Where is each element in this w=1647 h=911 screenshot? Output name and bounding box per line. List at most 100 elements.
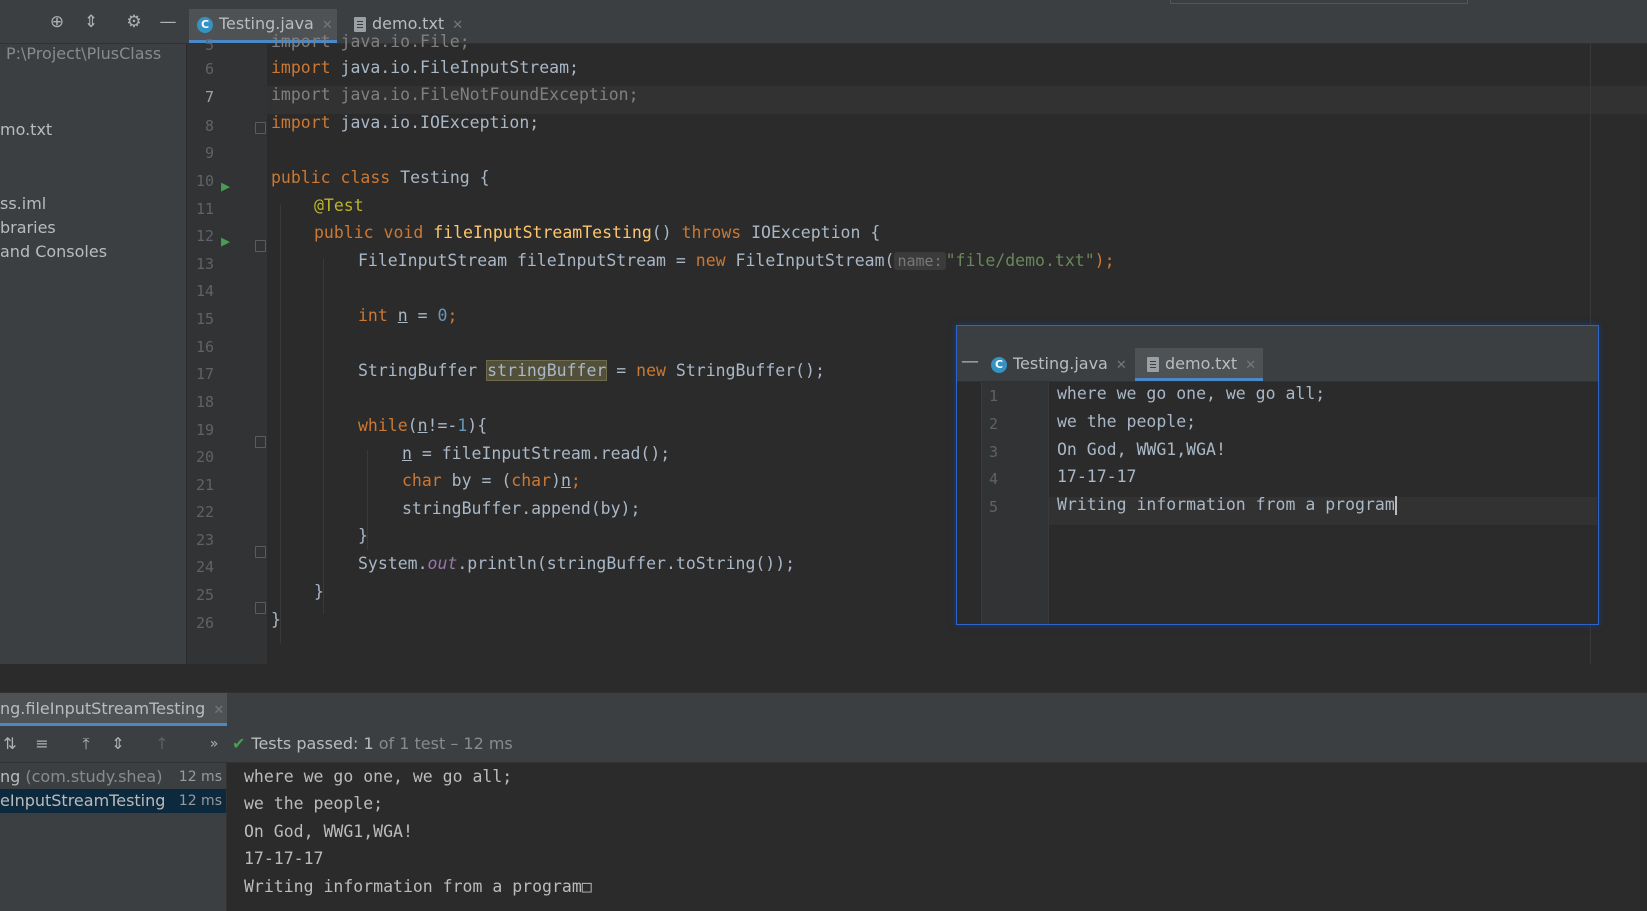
code-token: ; xyxy=(570,471,581,490)
code-line-6: import java.io.FileInputStream; xyxy=(271,58,579,77)
close-icon[interactable]: ✕ xyxy=(322,18,333,33)
text-line: Writing information from a program xyxy=(1057,495,1395,514)
code-token: java.io.IOException; xyxy=(330,113,540,132)
sort-alpha-icon[interactable]: ⇅ xyxy=(0,734,20,754)
code-line-11: @Test xyxy=(314,196,364,215)
target-icon[interactable]: ⊕ xyxy=(47,12,67,32)
more-icon[interactable]: » xyxy=(204,734,224,754)
fold-icon[interactable] xyxy=(255,602,266,614)
close-icon[interactable]: ✕ xyxy=(1116,358,1127,373)
project-item-scratches[interactable]: and Consoles xyxy=(0,242,107,261)
console-line: 17-17-17 xyxy=(244,849,324,868)
project-item-libraries[interactable]: braries xyxy=(0,218,56,237)
text-caret xyxy=(1394,496,1397,515)
text-line: 17-17-17 xyxy=(1057,467,1137,486)
line-number: 19 xyxy=(195,421,214,439)
popup-title-bar[interactable] xyxy=(957,326,1598,348)
close-icon[interactable]: ✕ xyxy=(452,18,463,33)
popup-gutter-strip xyxy=(957,382,982,624)
status-prefix: Tests passed: xyxy=(251,734,364,753)
run-class-icon[interactable]: ▶ xyxy=(221,178,237,194)
code-token: n xyxy=(402,444,412,463)
fold-icon[interactable] xyxy=(255,240,266,252)
run-test-icon[interactable]: ▶ xyxy=(221,233,237,249)
text-line-current: Writing information from a program xyxy=(1057,495,1397,515)
up-arrow-icon[interactable]: ↑ xyxy=(152,734,172,754)
close-icon[interactable]: ✕ xyxy=(1245,358,1256,373)
line-number: 15 xyxy=(195,310,214,328)
line-number: 18 xyxy=(195,393,214,411)
line-number: 5 xyxy=(204,36,214,54)
code-token: ; xyxy=(447,306,458,325)
fold-icon[interactable] xyxy=(255,122,266,134)
tab-label: Testing.java xyxy=(1013,354,1108,373)
line-number: 2 xyxy=(989,415,999,433)
java-class-icon: C xyxy=(991,356,1007,373)
sort-duration-icon[interactable]: ≡ xyxy=(32,734,52,754)
top-toolbar: ⊕ ⇕ ⚙ — C Testing.java ✕ demo.txt ✕ xyxy=(0,0,1647,44)
project-path: P:\Project\PlusClass xyxy=(6,44,162,63)
console-line: On God, WWG1,WGA! xyxy=(244,822,413,841)
console-output[interactable]: where we go one, we go all; we the peopl… xyxy=(227,763,1647,911)
run-toolbar: ⇅ ≡ ⤒ ⇕ ↑ » ✔ Tests passed: 1 of 1 test –… xyxy=(0,726,1647,763)
code-token: import xyxy=(271,58,331,77)
java-class-icon: C xyxy=(197,16,213,33)
test-tree-row[interactable]: eInputStreamTesting 12 ms xyxy=(0,789,226,813)
code-token: public class xyxy=(271,168,391,187)
test-duration: 12 ms xyxy=(178,793,222,809)
indent-guide xyxy=(323,259,324,614)
run-tab-label: ng.fileInputStreamTesting xyxy=(0,699,206,718)
code-token: out xyxy=(427,554,458,573)
popup-tab-demo-txt[interactable]: demo.txt ✕ xyxy=(1135,348,1263,381)
code-line-24: System.out.println(stringBuffer.toString… xyxy=(358,554,795,573)
line-number: 7 xyxy=(204,88,214,106)
collapse-all-icon[interactable]: ⇕ xyxy=(108,734,128,754)
test-tree: ng (com.study.shea) 12 ms eInputStreamTes… xyxy=(0,763,227,911)
tab-label: demo.txt xyxy=(372,14,445,33)
minimize-icon[interactable]: — xyxy=(158,12,178,32)
line-number: 1 xyxy=(989,387,999,405)
code-line-22: stringBuffer.append(by); xyxy=(402,499,641,518)
gear-icon[interactable]: ⚙ xyxy=(124,12,144,32)
tab-label: demo.txt xyxy=(1165,354,1238,373)
expand-all-icon[interactable]: ⤒ xyxy=(76,734,96,754)
code-token: IOException { xyxy=(741,223,881,242)
line-number: 10 xyxy=(195,172,214,190)
code-token: = xyxy=(407,306,438,325)
collapse-icon[interactable]: ⇕ xyxy=(81,12,101,32)
code-token: 0 xyxy=(437,306,448,325)
code-token: int xyxy=(358,306,388,325)
code-token: () xyxy=(651,223,682,242)
code-token: char xyxy=(511,471,552,490)
test-duration: 12 ms xyxy=(178,769,222,785)
code-line-5: import java.io.File; xyxy=(271,32,470,51)
project-item-iml[interactable]: ss.iml xyxy=(0,194,46,213)
code-token: ( xyxy=(407,416,418,435)
project-item-demo-txt[interactable]: mo.txt xyxy=(0,120,52,139)
code-line-20: n = fileInputStream.read(); xyxy=(402,444,670,463)
line-number: 5 xyxy=(989,498,999,516)
code-line-23: } xyxy=(358,526,368,545)
code-token: FileInputStream fileInputStream = xyxy=(358,251,696,270)
close-icon[interactable]: ✕ xyxy=(213,703,224,718)
run-tab[interactable]: ng.fileInputStreamTesting ✕ xyxy=(0,693,227,726)
text-file-icon xyxy=(354,17,366,32)
search-field-edge[interactable] xyxy=(1170,0,1468,4)
text-line: On God, WWG1,WGA! xyxy=(1057,440,1226,459)
fold-icon[interactable] xyxy=(255,546,266,558)
status-suffix: of 1 test – 12 ms xyxy=(373,734,513,753)
line-number: 11 xyxy=(195,200,214,218)
test-tree-row[interactable]: ng (com.study.shea) 12 ms xyxy=(0,765,226,789)
popup-tab-testing-java[interactable]: C Testing.java ✕ xyxy=(991,348,1133,381)
code-token: new xyxy=(636,361,666,380)
line-number: 13 xyxy=(195,255,214,273)
parameter-hint: name: xyxy=(894,252,946,270)
minimize-icon[interactable]: — xyxy=(961,352,979,372)
code-token: new xyxy=(695,251,726,270)
text-line: we the people; xyxy=(1057,412,1197,431)
text-line: where we go one, we go all; xyxy=(1057,384,1326,403)
line-number: 6 xyxy=(204,60,214,78)
fold-icon[interactable] xyxy=(255,436,266,448)
line-number: 12 xyxy=(195,227,214,245)
floating-editor-window[interactable]: — C Testing.java ✕ demo.txt ✕ 1 2 3 4 5 whe… xyxy=(956,325,1599,625)
